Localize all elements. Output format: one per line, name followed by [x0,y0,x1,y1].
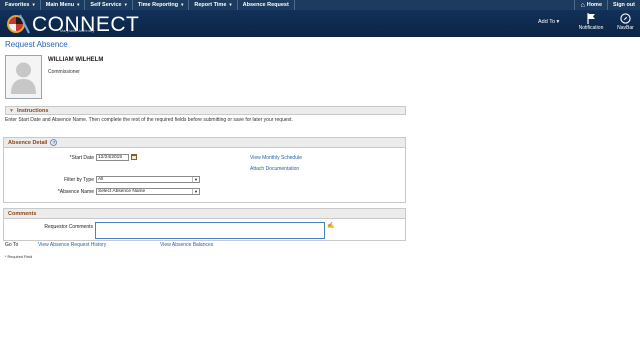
chevron-down-icon: ▾ [124,2,127,7]
menu-time-reporting[interactable]: Time Reporting ▾ [133,0,190,10]
menu-absence-request[interactable]: Absence Request [238,0,295,10]
comments-header: Comments [4,209,405,219]
employee-title: Commissioner [48,69,80,75]
instructions-text: Enter Start Date and Absence Name. Then … [5,117,293,123]
menu-absence-request-label: Absence Request [242,2,289,8]
flag-icon [586,13,595,24]
menu-report-time-label: Report Time [194,2,227,8]
menu-report-time[interactable]: Report Time ▾ [189,0,238,10]
chevron-down-icon: ▾ [181,2,184,7]
requestor-comments-label: Requestor Comments [44,224,93,230]
avatar [5,55,42,99]
start-date-label: *Start Date [69,155,94,161]
chevron-down-icon: ▼ [192,189,199,194]
menu-favorites-label: Favorites [5,2,30,8]
absence-detail-section: Absence Detail ? *Start Date 12/24/2015 … [3,137,406,203]
chevron-down-icon: ▾ [32,2,35,7]
home-button[interactable]: ⌂ Home [574,0,607,10]
app-header: CONNECT Maryland Judiciary Add To ▾ Noti… [0,10,640,37]
notification-label: Notification [578,25,604,31]
help-icon[interactable]: ? [50,139,58,146]
filter-by-type-label: Filter by Type [64,177,94,183]
instructions-heading: Instructions [16,107,49,114]
menu-favorites[interactable]: Favorites ▾ [0,0,41,10]
menu-main-menu-label: Main Menu [45,2,75,8]
add-to-button[interactable]: Add To ▾ [538,19,559,25]
menu-time-reporting-label: Time Reporting [137,2,179,8]
sign-out-label: Sign out [613,2,635,8]
view-monthly-schedule-link[interactable]: View Monthly Schedule [250,155,302,161]
attach-documentation-link[interactable]: Attach Documentation [250,166,299,172]
start-date-field[interactable]: 12/24/2015 [96,154,129,161]
absence-request-history-link[interactable]: View Absence Request History [38,242,106,248]
absence-name-label: *Absence Name [57,189,94,195]
absence-balances-link[interactable]: View Absence Balances [160,242,213,248]
menu-self-service[interactable]: Self Service ▾ [85,0,133,10]
chevron-down-icon: ▼ [192,177,199,182]
absence-name-select[interactable]: Select Absence Name ▼ [96,188,200,195]
chevron-down-icon: ▾ [77,2,80,7]
spell-check-icon[interactable]: ✍ [327,222,334,229]
comments-section: Comments Requestor Comments ✍ [3,208,406,241]
menu-self-service-label: Self Service [90,2,122,8]
comments-heading: Comments [8,210,37,217]
filter-by-type-value: All [98,177,104,182]
navbar-button[interactable]: NavBar [611,13,640,31]
calendar-icon[interactable] [131,154,137,160]
instructions-header[interactable]: ▼ Instructions [5,106,406,115]
collapse-triangle-icon: ▼ [9,107,14,114]
maryland-seal-icon [7,14,30,34]
page-title: Request Absence [5,40,68,49]
employee-name: WILLIAM WILHELM [48,57,104,63]
notification-button[interactable]: Notification [574,13,608,31]
go-to-label: Go To [5,242,19,248]
sign-out-button[interactable]: Sign out [607,0,640,10]
menu-main-menu[interactable]: Main Menu ▾ [41,0,86,10]
chevron-down-icon: ▾ [229,2,232,7]
required-field-note: * Required Field [5,255,33,259]
requestor-comments-textarea[interactable] [95,222,325,239]
person-silhouette-icon [6,56,41,98]
logo-subtext: Maryland Judiciary [60,29,95,33]
menubar-right: ⌂ Home Sign out [574,0,640,10]
home-label: Home [586,2,602,8]
top-menu-bar: Favorites ▾ Main Menu ▾ Self Service ▾ T… [0,0,640,10]
absence-detail-header: Absence Detail ? [4,138,405,148]
home-icon: ⌂ [580,1,585,9]
compass-icon [620,13,631,24]
navbar-label: NavBar [617,25,634,31]
absence-detail-heading: Absence Detail [8,139,48,146]
filter-by-type-select[interactable]: All ▼ [96,176,200,183]
absence-name-value: Select Absence Name [98,189,146,194]
